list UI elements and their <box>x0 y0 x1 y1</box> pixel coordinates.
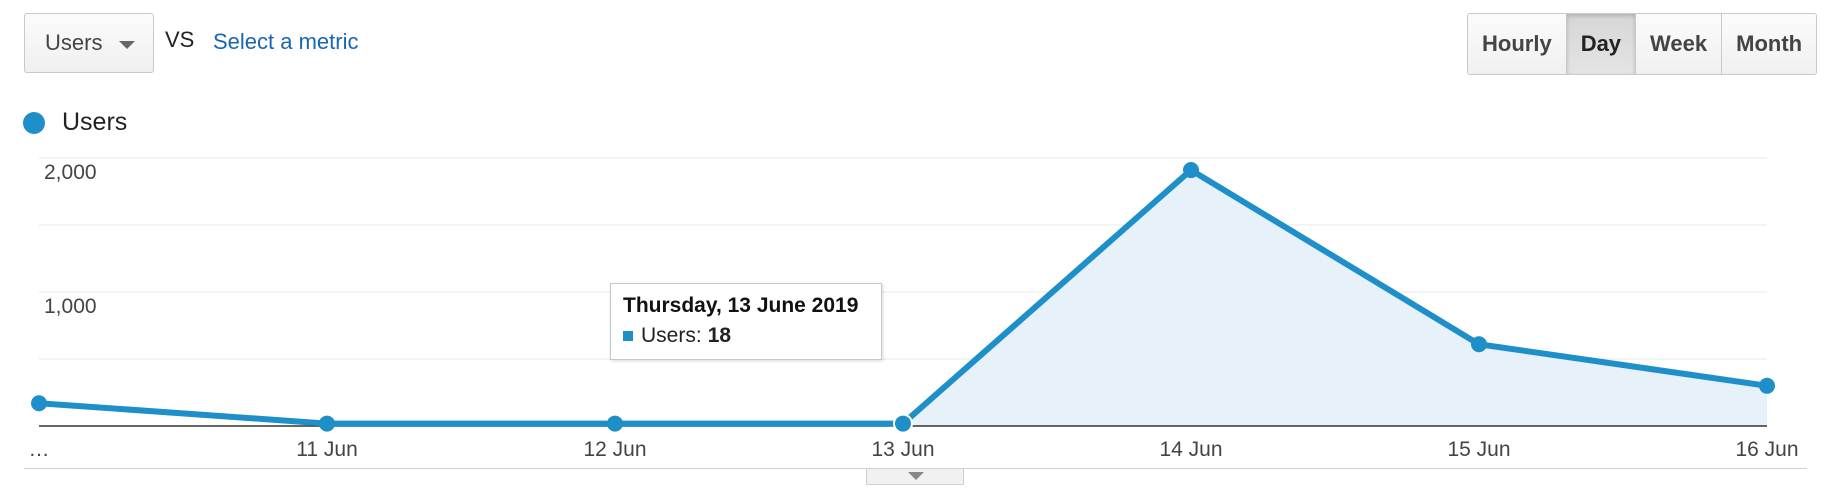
data-point[interactable] <box>1183 162 1199 179</box>
x-tick-label: 14 Jun <box>1159 438 1222 461</box>
y-axis-ticks: 2,000 1,000 <box>44 161 97 318</box>
data-point[interactable] <box>31 395 47 412</box>
data-point-tooltip: Thursday, 13 June 2019 Users: 18 <box>610 283 882 360</box>
x-tick-label: 11 Jun <box>296 438 358 461</box>
data-point[interactable] <box>1471 336 1487 353</box>
data-point[interactable] <box>893 413 913 434</box>
y-tick-label: 2,000 <box>44 161 97 184</box>
chevron-down-icon <box>908 472 924 480</box>
x-axis-ticks: … 11 Jun 12 Jun 13 Jun 14 Jun 15 Jun 16 Jun <box>29 438 1799 461</box>
x-tick-label: 16 Jun <box>1735 438 1798 461</box>
tooltip-swatch <box>623 331 633 341</box>
x-tick-label: 15 Jun <box>1447 438 1510 461</box>
tooltip-row: Users: 18 <box>623 324 869 348</box>
users-area-chart: 2,000 1,000 … 11 Jun 12 Jun 13 Jun 14 Jun 15 J… <box>29 157 1799 461</box>
tooltip-series-label: Users: <box>641 324 702 347</box>
y-tick-label: 1,000 <box>44 295 97 318</box>
gridlines <box>39 157 1767 360</box>
area-fill <box>903 170 1767 426</box>
area-shape <box>903 170 1767 426</box>
expand-chart-toggle[interactable] <box>866 469 964 485</box>
tooltip-date: Thursday, 13 June 2019 <box>623 294 859 317</box>
data-point[interactable] <box>1759 377 1775 394</box>
data-point[interactable] <box>319 415 335 432</box>
x-tick-label: … <box>29 438 50 461</box>
tooltip-value: 18 <box>707 324 732 347</box>
x-tick-label: 12 Jun <box>583 438 646 461</box>
data-point[interactable] <box>607 415 623 432</box>
x-tick-label: 13 Jun <box>871 438 934 461</box>
